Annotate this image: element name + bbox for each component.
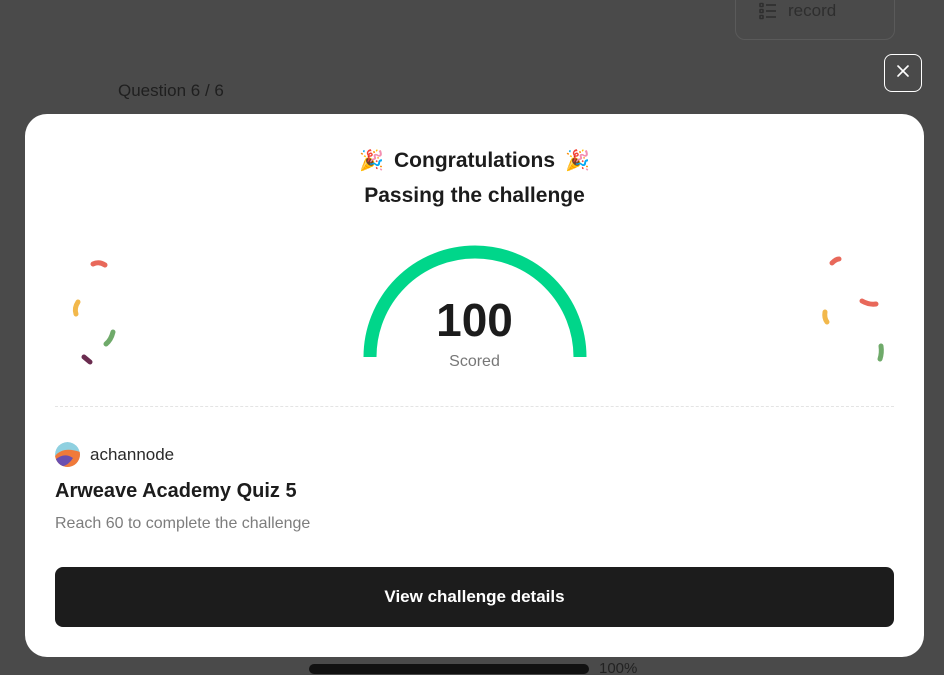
modal-subtitle: Passing the challenge — [364, 184, 585, 207]
score-label: Scored — [449, 353, 500, 370]
party-popper-icon: 🎉 — [359, 150, 384, 172]
answer-record-button[interactable]: Answer record — [735, 0, 895, 40]
result-modal: 🎉 Congratulations 🎉 Passing the challeng… — [25, 114, 924, 657]
party-popper-icon: 🎉 — [565, 150, 590, 172]
answer-record-label: Answer record — [788, 1, 837, 20]
quiz-title: Arweave Academy Quiz 5 — [55, 480, 297, 502]
modal-title: 🎉 Congratulations 🎉 — [25, 148, 924, 173]
title-text: Congratulations — [394, 148, 555, 172]
question-counter: Question 6 / 6 — [118, 81, 224, 100]
divider — [55, 406, 894, 407]
quiz-progress-bar — [309, 664, 589, 674]
close-icon — [895, 63, 911, 84]
author-name: achannode — [90, 444, 175, 464]
avatar — [55, 442, 80, 467]
score-value: 100 — [436, 294, 513, 346]
close-button[interactable] — [884, 54, 922, 92]
view-challenge-details-button[interactable]: View challenge details — [55, 567, 894, 627]
quiz-author: achannode — [55, 442, 174, 467]
quiz-progress-label: 100% — [599, 660, 638, 675]
pass-requirement: Reach 60 to complete the challenge — [55, 515, 311, 532]
list-icon — [758, 1, 778, 21]
